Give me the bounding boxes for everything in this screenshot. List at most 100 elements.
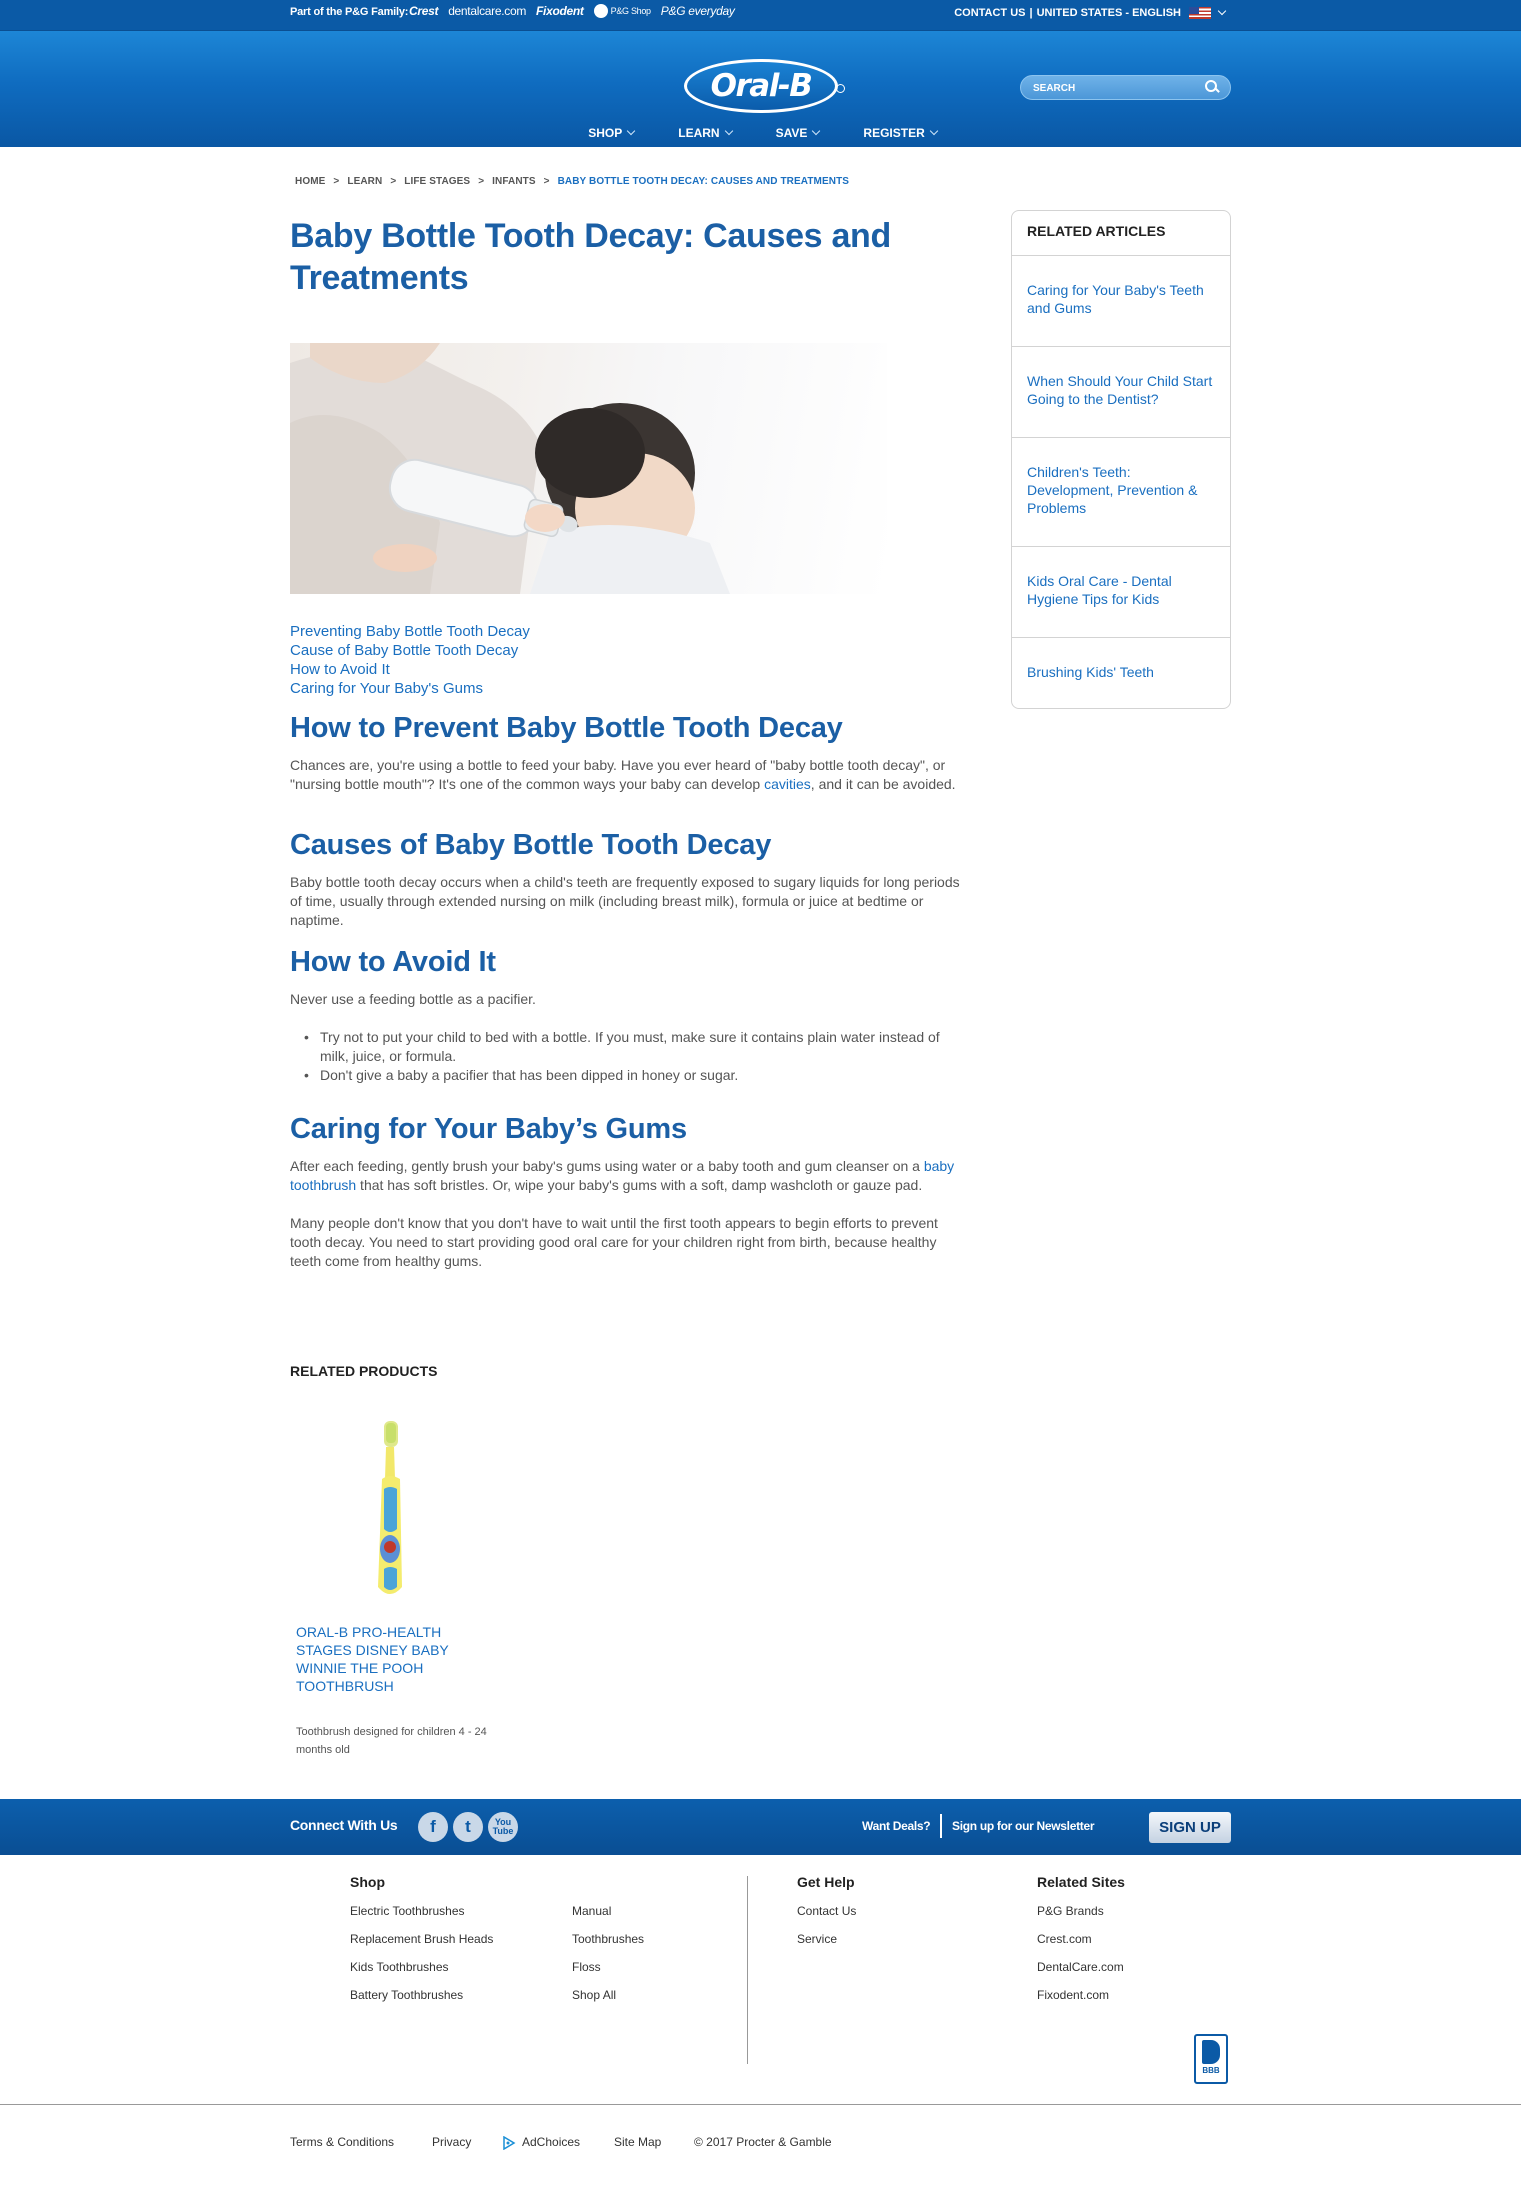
footer-link[interactable]: Toothbrushes: [572, 1932, 644, 1946]
footer-link[interactable]: Replacement Brush Heads: [350, 1932, 493, 1946]
toc-link-gums[interactable]: Caring for Your Baby's Gums: [290, 679, 530, 698]
paragraph-text: that has soft bristles. Or, wipe your ba…: [356, 1177, 923, 1193]
pg-logo-icon: [593, 4, 608, 18]
footer-link[interactable]: Shop All: [572, 1988, 616, 2002]
nav-learn[interactable]: LEARN: [678, 126, 733, 140]
footer-link[interactable]: Electric Toothbrushes: [350, 1904, 465, 1918]
footer-link[interactable]: Floss: [572, 1960, 601, 1974]
family-bar: Part of the P&G Family: Crest dentalcare…: [0, 0, 1521, 31]
related-article-link[interactable]: Caring for Your Baby's Teeth and Gums: [1012, 256, 1230, 347]
nav-save[interactable]: SAVE: [775, 126, 821, 140]
related-article-link[interactable]: Kids Oral Care - Dental Hygiene Tips for…: [1012, 547, 1230, 638]
footer-link[interactable]: DentalCare.com: [1037, 1960, 1124, 1974]
nav-shop[interactable]: SHOP: [588, 126, 636, 140]
footer-link[interactable]: Service: [797, 1932, 837, 1946]
breadcrumb-home[interactable]: HOME: [295, 176, 325, 187]
nav-register-label: REGISTER: [863, 126, 925, 140]
footer-link[interactable]: Crest.com: [1037, 1932, 1092, 1946]
breadcrumb-separator: >: [333, 176, 340, 187]
related-article-link[interactable]: When Should Your Child Start Going to th…: [1012, 347, 1230, 438]
footer-link[interactable]: Contact Us: [797, 1904, 856, 1918]
bbb-accredited-icon[interactable]: BBB: [1194, 2034, 1228, 2084]
breadcrumb-learn[interactable]: LEARN: [347, 176, 382, 187]
related-article-label: When Should Your Child Start Going to th…: [1027, 373, 1213, 407]
search-icon[interactable]: [1205, 80, 1218, 93]
contact-us-link[interactable]: CONTACT US: [954, 7, 1025, 19]
list-item: Don't give a baby a pacifier that has be…: [290, 1066, 960, 1085]
footer-link[interactable]: Kids Toothbrushes: [350, 1960, 449, 1974]
youtube-icon[interactable]: You Tube: [488, 1812, 518, 1842]
related-article-link[interactable]: Brushing Kids' Teeth: [1012, 638, 1230, 708]
footer-divider: [747, 1876, 748, 2064]
main-nav: SHOP LEARN SAVE REGISTER: [0, 126, 1521, 140]
breadcrumb-current: BABY BOTTLE TOOTH DECAY: CAUSES AND TREA…: [557, 176, 850, 187]
twitter-icon[interactable]: t: [453, 1812, 483, 1842]
breadcrumb-infants[interactable]: INFANTS: [492, 176, 535, 187]
search-input[interactable]: [1033, 80, 1193, 96]
connect-label: Connect With Us: [290, 1817, 398, 1833]
section-paragraph: Baby bottle tooth decay occurs when a ch…: [290, 874, 960, 928]
family-link-crest[interactable]: Crest: [409, 4, 438, 18]
section-heading: Caring for Your Baby’s Gums: [290, 1113, 687, 1145]
adchoices-link[interactable]: AdChoices: [522, 2135, 580, 2149]
section-avoid: How to Avoid It Never use a feeding bott…: [290, 944, 960, 1085]
family-link-dentalcare[interactable]: dentalcare.com: [448, 4, 526, 18]
section-paragraph: Never use a feeding bottle as a pacifier…: [290, 991, 536, 1007]
footer-help-title: Get Help: [797, 1874, 855, 1890]
want-deals-label: Want Deals?: [862, 1819, 931, 1833]
footer-link[interactable]: Fixodent.com: [1037, 1988, 1109, 2002]
privacy-link[interactable]: Privacy: [432, 2135, 471, 2149]
site-header: Oral-B SHOP LEARN SAVE REGISTER: [0, 31, 1521, 147]
product-description: Toothbrush designed for children 4 - 24 …: [296, 1726, 487, 1756]
chevron-down-icon: [929, 126, 938, 136]
youtube-icon-text: You Tube: [493, 1818, 514, 1836]
footer-link[interactable]: Battery Toothbrushes: [350, 1988, 463, 2002]
youtube-icon-line: Tube: [492, 1826, 514, 1836]
family-link-pg-shop[interactable]: P&G Shop: [593, 4, 651, 18]
nav-learn-label: LEARN: [678, 126, 720, 140]
sign-up-button[interactable]: SIGN UP: [1149, 1812, 1231, 1843]
family-link-fixodent[interactable]: Fixodent: [536, 4, 584, 18]
footer-link[interactable]: P&G Brands: [1037, 1904, 1104, 1918]
related-article-label: Brushing Kids' Teeth: [1027, 664, 1154, 680]
toothbrush-product-image[interactable]: [364, 1419, 416, 1601]
section-paragraph: Many people don't know that you don't ha…: [290, 1215, 938, 1269]
nav-save-label: SAVE: [775, 126, 808, 140]
product-name-link[interactable]: ORAL-B PRO-HEALTH STAGES DISNEY BABY WIN…: [296, 1623, 476, 1695]
divider: [940, 1814, 942, 1838]
us-flag-icon[interactable]: [1189, 7, 1211, 19]
registered-mark-icon: [836, 84, 845, 93]
locale-selector[interactable]: UNITED STATES - ENGLISH: [1037, 7, 1181, 19]
related-article-link[interactable]: Children's Teeth: Development, Preventio…: [1012, 438, 1230, 547]
footer-shop-title: Shop: [350, 1874, 385, 1890]
related-article-label: Children's Teeth: Development, Preventio…: [1027, 464, 1198, 516]
nav-register[interactable]: REGISTER: [863, 126, 938, 140]
footer-rule: [0, 2104, 1521, 2105]
breadcrumb: HOME > LEARN > LIFE STAGES > INFANTS > B…: [295, 176, 849, 187]
oral-b-logo[interactable]: Oral-B: [684, 59, 845, 113]
family-link-pg-everyday[interactable]: P&G everyday: [661, 4, 735, 18]
section-paragraph: After each feeding, gently brush your ba…: [290, 1157, 960, 1195]
site-map-link[interactable]: Site Map: [614, 2135, 661, 2149]
cavities-link[interactable]: cavities: [764, 776, 811, 792]
nav-shop-label: SHOP: [588, 126, 623, 140]
breadcrumb-separator: >: [390, 176, 397, 187]
chevron-down-icon: [724, 126, 733, 136]
facebook-icon[interactable]: f: [418, 1812, 448, 1842]
toc-link-cause[interactable]: Cause of Baby Bottle Tooth Decay: [290, 641, 530, 660]
toc-link-preventing[interactable]: Preventing Baby Bottle Tooth Decay: [290, 622, 530, 641]
page-title: Baby Bottle Tooth Decay: Causes and Trea…: [290, 217, 891, 297]
footer-link[interactable]: Manual: [572, 1904, 611, 1918]
breadcrumb-separator: >: [543, 176, 550, 187]
toc-link-avoid[interactable]: How to Avoid It: [290, 660, 530, 679]
terms-link[interactable]: Terms & Conditions: [290, 2135, 394, 2149]
chevron-down-icon: [812, 126, 821, 136]
footer-sites-title: Related Sites: [1037, 1874, 1125, 1890]
adchoices-icon[interactable]: [502, 2136, 516, 2150]
breadcrumb-life-stages[interactable]: LIFE STAGES: [404, 176, 470, 187]
newsletter-label: Sign up for our Newsletter: [952, 1819, 1095, 1833]
list-item: Try not to put your child to bed with a …: [290, 1028, 960, 1066]
related-article-label: Caring for Your Baby's Teeth and Gums: [1027, 282, 1204, 316]
section-heading: How to Prevent Baby Bottle Tooth Decay: [290, 712, 843, 744]
chevron-down-icon[interactable]: [1217, 6, 1227, 16]
